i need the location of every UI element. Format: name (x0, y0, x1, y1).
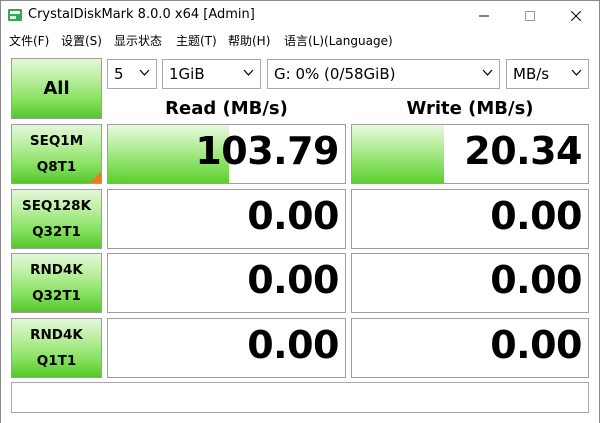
close-icon (571, 10, 581, 21)
drive-select[interactable]: G: 0% (0/58GiB) (267, 59, 500, 89)
write-result-value: 0.00 (490, 258, 582, 302)
title-bar[interactable]: CrystalDiskMark 8.0.0 x64 [Admin] (1, 1, 599, 30)
all-button[interactable]: All (11, 58, 102, 119)
test-button-rnd4k-q1t1[interactable]: RND4K Q1T1 (11, 318, 102, 378)
read-result-value: 0.00 (247, 194, 339, 238)
chevron-down-icon (571, 69, 582, 76)
menu-theme[interactable]: 主题(T) (176, 32, 217, 49)
test-button-rnd4k-q32t1[interactable]: RND4K Q32T1 (11, 253, 102, 313)
chevron-down-icon (243, 69, 254, 76)
minimize-button[interactable] (461, 1, 507, 30)
all-button-label: All (43, 78, 70, 99)
read-result-value: 0.00 (247, 323, 339, 367)
read-result-value: 103.79 (195, 129, 339, 173)
write-result-cell: 20.34 (351, 124, 589, 184)
chevron-down-icon (139, 69, 150, 76)
maximize-button[interactable] (507, 1, 553, 30)
main-panel: All 5 1GiB G: 0% (0/58GiB) MB/s Read (MB… (1, 51, 599, 423)
comment-field[interactable] (11, 382, 589, 413)
test-size-select[interactable]: 1GiB (162, 59, 261, 89)
write-result-value: 20.34 (464, 129, 582, 173)
test-name: SEQ1M (29, 133, 84, 149)
test-params: Q1T1 (36, 353, 77, 369)
unit-select[interactable]: MB/s (506, 59, 589, 89)
unit-value: MB/s (513, 65, 550, 83)
read-result-cell: 0.00 (107, 253, 346, 313)
test-button-seq1m-q8t1[interactable]: SEQ1M Q8T1 (11, 124, 102, 184)
read-result-cell: 0.00 (107, 318, 346, 378)
test-name: RND4K (30, 262, 83, 278)
chevron-down-icon (482, 69, 493, 76)
write-result-cell: 0.00 (351, 318, 589, 378)
test-params: Q32T1 (32, 224, 81, 240)
write-result-value: 0.00 (490, 194, 582, 238)
test-name: SEQ128K (21, 198, 92, 214)
write-result-value: 0.00 (490, 323, 582, 367)
menu-help[interactable]: 帮助(H) (228, 32, 270, 49)
menu-file[interactable]: 文件(F) (9, 32, 49, 49)
read-column-header: Read (MB/s) (165, 98, 288, 119)
menu-bar: 文件(F) 设置(S) 显示状态 主题(T) 帮助(H) 语言(L)(Langu… (1, 30, 599, 50)
test-count-select[interactable]: 5 (107, 59, 157, 89)
write-result-cell: 0.00 (351, 253, 589, 313)
test-count-value: 5 (114, 65, 124, 83)
menu-language[interactable]: 语言(L)(Language) (284, 32, 393, 49)
app-window: CrystalDiskMark 8.0.0 x64 [Admin] 文件(F) … (0, 0, 600, 423)
write-column-header: Write (MB/s) (406, 98, 534, 119)
close-button[interactable] (553, 1, 599, 30)
window-title: CrystalDiskMark 8.0.0 x64 [Admin] (28, 7, 255, 22)
minimize-icon (479, 15, 489, 16)
read-result-cell: 103.79 (107, 124, 346, 184)
menu-display[interactable]: 显示状态 (114, 32, 162, 49)
read-result-cell: 0.00 (107, 189, 346, 249)
crystaldiskmark-app-icon (8, 9, 22, 21)
read-result-value: 0.00 (247, 258, 339, 302)
drive-value: G: 0% (0/58GiB) (274, 65, 396, 83)
selected-corner-marker (90, 172, 101, 183)
test-size-value: 1GiB (169, 65, 205, 83)
test-name: RND4K (30, 327, 83, 343)
write-result-cell: 0.00 (351, 189, 589, 249)
write-result-bar (352, 125, 445, 183)
maximize-icon (525, 10, 535, 21)
test-params: Q32T1 (32, 288, 81, 304)
test-button-seq128k-q32t1[interactable]: SEQ128K Q32T1 (11, 189, 102, 249)
test-params: Q8T1 (36, 159, 77, 175)
menu-settings[interactable]: 设置(S) (61, 32, 102, 49)
